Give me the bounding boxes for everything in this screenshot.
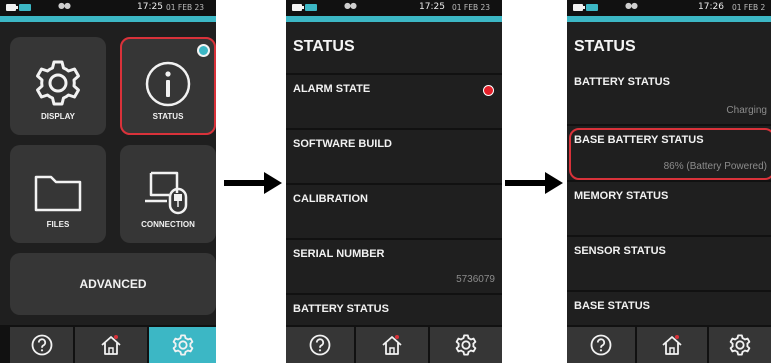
gear-icon xyxy=(36,60,80,106)
settings-button[interactable] xyxy=(430,327,502,363)
files-tile[interactable]: FILES xyxy=(10,145,106,243)
connection-indicator-icon: ●● xyxy=(625,1,638,10)
arrow-right-icon xyxy=(505,172,563,194)
help-icon xyxy=(590,334,612,356)
arrow-right-icon xyxy=(224,172,282,194)
bottom-nav xyxy=(286,325,502,363)
help-icon xyxy=(309,334,331,356)
status-screen-scrolled: ●● 17:26 01 FEB 2 STATUS BATTERY STATUS … xyxy=(567,0,771,363)
battery-icon xyxy=(6,4,18,11)
help-button[interactable] xyxy=(567,327,635,363)
clock-time: 17:26 xyxy=(698,2,724,12)
clock-time: 17:25 xyxy=(137,2,163,12)
row-label: SERIAL NUMBER xyxy=(293,248,385,260)
settings-icon xyxy=(172,334,193,356)
status-row-sensor-status[interactable]: SENSOR STATUS xyxy=(567,235,771,290)
accent-bar xyxy=(0,16,216,22)
row-label: BATTERY STATUS xyxy=(574,76,670,88)
selection-highlight xyxy=(569,128,771,180)
settings-button[interactable] xyxy=(149,327,216,363)
settings-icon xyxy=(729,334,751,356)
home-icon xyxy=(382,335,402,355)
accent-bar xyxy=(567,16,771,22)
notification-dot xyxy=(197,44,210,57)
display-tile[interactable]: DISPLAY xyxy=(10,37,106,135)
help-button[interactable] xyxy=(286,327,354,363)
accent-bar xyxy=(286,16,502,22)
status-screen: ●● 17:25 01 FEB 23 STATUS ALARM STATE SO… xyxy=(286,0,502,363)
status-row-software-build[interactable]: SOFTWARE BUILD xyxy=(286,128,502,183)
clock-date: 01 FEB 2 xyxy=(732,3,766,12)
status-tile-label: STATUS xyxy=(152,112,184,121)
status-row-serial-number[interactable]: SERIAL NUMBER 5736079 xyxy=(286,238,502,293)
home-icon xyxy=(662,335,682,355)
connection-indicator-icon: ●● xyxy=(344,1,357,10)
row-value: Charging xyxy=(726,105,767,116)
charging-icon xyxy=(305,4,317,11)
status-row-calibration[interactable]: CALIBRATION xyxy=(286,183,502,238)
help-button[interactable] xyxy=(10,327,73,363)
status-bar: ●● 17:25 01 FEB 23 xyxy=(0,0,216,16)
charging-icon xyxy=(586,4,598,11)
home-screen: ●● 17:25 01 FEB 23 DISPLAY STATUS FILES xyxy=(0,0,216,363)
status-row-alarm-state[interactable]: ALARM STATE xyxy=(286,73,502,128)
clock-date: 01 FEB 23 xyxy=(166,3,205,12)
bottom-nav xyxy=(0,325,216,363)
status-tile[interactable]: STATUS xyxy=(120,37,216,135)
connection-indicator-icon: ●● xyxy=(58,1,71,10)
row-label: SENSOR STATUS xyxy=(574,245,666,257)
row-label: ALARM STATE xyxy=(293,83,371,95)
clock-date: 01 FEB 23 xyxy=(452,3,491,12)
row-label: CALIBRATION xyxy=(293,193,368,205)
advanced-tile-label: ADVANCED xyxy=(79,277,147,291)
page-title: STATUS xyxy=(574,38,636,55)
settings-button[interactable] xyxy=(709,327,771,363)
info-icon xyxy=(145,61,191,107)
connection-tile[interactable]: CONNECTION xyxy=(120,145,216,243)
advanced-tile[interactable]: ADVANCED xyxy=(10,253,216,315)
folder-icon xyxy=(34,175,82,212)
home-button[interactable] xyxy=(75,327,147,363)
status-bar: ●● 17:26 01 FEB 2 xyxy=(567,0,771,16)
status-row-battery-status[interactable]: BATTERY STATUS xyxy=(286,293,502,325)
row-label: BASE STATUS xyxy=(574,300,650,312)
connection-icon xyxy=(145,171,188,215)
status-row-memory-status[interactable]: MEMORY STATUS xyxy=(567,180,771,235)
status-row-base-status[interactable]: BASE STATUS xyxy=(567,290,771,325)
status-bar: ●● 17:25 01 FEB 23 xyxy=(286,0,502,16)
row-label: MEMORY STATUS xyxy=(574,190,669,202)
charging-icon xyxy=(19,4,31,11)
page-title: STATUS xyxy=(293,38,355,55)
clock-time: 17:25 xyxy=(419,2,445,12)
home-button[interactable] xyxy=(356,327,428,363)
status-row-battery-status[interactable]: BATTERY STATUS Charging xyxy=(567,68,771,124)
battery-icon xyxy=(573,4,585,11)
settings-icon xyxy=(455,334,477,356)
help-icon xyxy=(31,334,52,356)
home-button[interactable] xyxy=(637,327,707,363)
home-icon xyxy=(101,335,121,355)
alarm-indicator-icon xyxy=(483,85,494,96)
display-tile-label: DISPLAY xyxy=(41,112,75,121)
row-label: SOFTWARE BUILD xyxy=(293,138,392,150)
row-label: BATTERY STATUS xyxy=(293,303,389,315)
files-tile-label: FILES xyxy=(46,220,70,229)
battery-icon xyxy=(292,4,304,11)
bottom-nav xyxy=(567,325,771,363)
connection-tile-label: CONNECTION xyxy=(141,220,195,229)
row-value: 5736079 xyxy=(456,274,495,285)
